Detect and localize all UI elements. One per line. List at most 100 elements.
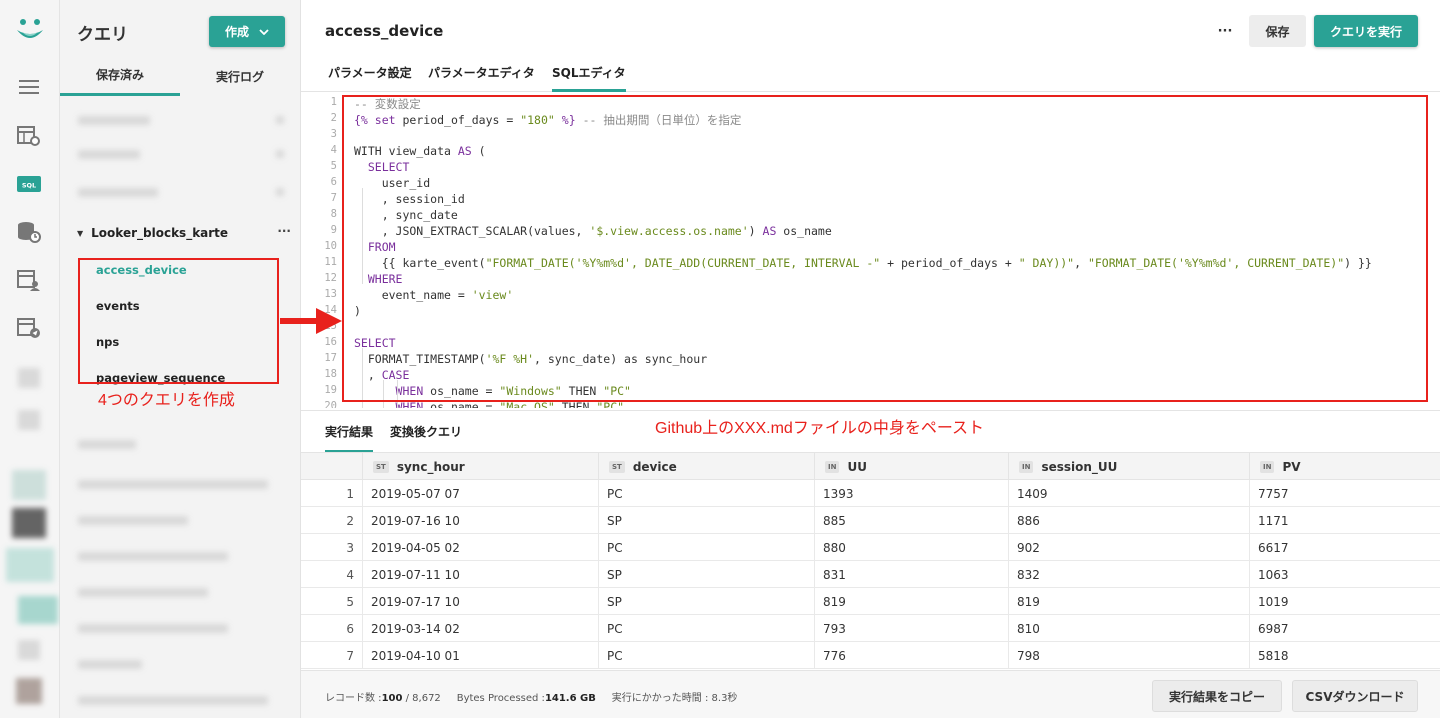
hamburger-menu-icon[interactable] [15,73,43,101]
blurred-query-item[interactable] [78,660,142,669]
svg-text:SQL: SQL [22,182,36,190]
elapsed-time: 実行にかかった時間 : 8.3秒 [611,693,738,704]
table-cell: SP [598,507,814,534]
column-type-badge: IN [825,460,840,473]
table-row[interactable]: 1 2019-05-07 07 PC 1393 1409 7757 [301,480,1440,507]
sidebar-title: クエリ [77,25,128,45]
tab-run-log[interactable]: 実行ログ [180,56,300,96]
line-number: 2 [330,112,337,124]
blurred-query-item[interactable] [78,588,208,597]
result-footer: レコード数 :100 / 8,672 Bytes Processed :141.… [301,670,1440,718]
csv-download-button[interactable]: CSVダウンロード [1292,680,1418,712]
records-label: レコード数 : [325,693,382,704]
create-button[interactable]: 作成 [209,16,285,47]
column-header[interactable]: IN PV [1249,453,1440,480]
blurred-query-item[interactable] [78,188,158,197]
blurred-query-item[interactable] [78,624,228,633]
row-number: 4 [346,567,354,582]
table-row[interactable]: 2 2019-07-16 10 SP 885 886 1171 [301,507,1440,534]
column-header[interactable]: IN UU [814,453,1008,480]
blurred-query-item[interactable] [78,516,188,525]
column-header[interactable]: IN session_UU [1008,453,1249,480]
table-cell: 1409 [1008,480,1249,507]
tab-converted-query[interactable]: 変換後クエリ [390,423,462,453]
tab-saved[interactable]: 保存済み [60,56,180,96]
run-query-button[interactable]: クエリを実行 [1314,15,1418,47]
table-cell: 776 [814,642,1008,669]
column-type-badge: ST [373,460,389,473]
table-row[interactable]: 7 2019-04-10 01 PC 776 798 5818 [301,642,1440,669]
table-cell: 819 [1008,588,1249,615]
blurred-rail-icon[interactable] [18,640,40,660]
blurred-user-avatar[interactable] [16,678,42,704]
line-number: 12 [324,272,337,284]
table-cell: 798 [1008,642,1249,669]
blurred-query-item[interactable] [78,480,268,489]
tab-sql-editor[interactable]: SQLエディタ [552,64,626,92]
blurred-query-item[interactable] [78,552,228,561]
row-number: 3 [346,540,354,555]
table-row[interactable]: 6 2019-03-14 02 PC 793 810 6987 [301,615,1440,642]
annotation-arrow-icon [280,308,342,334]
table-cell: 1171 [1249,507,1440,534]
blurred-item-menu[interactable] [276,188,284,196]
blurred-query-item[interactable] [78,440,136,449]
save-button[interactable]: 保存 [1249,15,1306,47]
blurred-rail-icon[interactable] [18,368,40,388]
blurred-rail-icon[interactable] [18,410,40,430]
table-cell: SP [598,561,814,588]
table-cell: 2019-04-05 02 [362,534,598,561]
copy-results-button[interactable]: 実行結果をコピー [1152,680,1282,712]
table-cell: 831 [814,561,1008,588]
column-header[interactable]: ST device [598,453,814,480]
line-number: 9 [330,224,337,236]
row-number: 7 [346,648,354,663]
blurred-rail-icon[interactable] [6,548,54,582]
annotation-editor-note: Github上のXXX.mdファイルの中身をペースト [655,420,985,437]
table-cell: 793 [814,615,1008,642]
table-cell: PC [598,534,814,561]
column-type-badge: ST [609,460,625,473]
table-row[interactable]: 5 2019-07-17 10 SP 819 819 1019 [301,588,1440,615]
line-number: 18 [324,368,337,380]
folder-more-icon[interactable]: ··· [277,224,291,238]
tab-run-result[interactable]: 実行結果 [325,423,374,453]
editor-tabs: パラメータ設定 パラメータエディタ SQLエディタ [301,56,1440,92]
table-user-icon[interactable] [15,266,43,294]
blurred-query-item[interactable] [78,150,140,159]
table-cell: 2019-07-16 10 [362,507,598,534]
table-cell: 810 [1008,615,1249,642]
karte-logo-icon[interactable] [14,16,46,46]
column-name: sync_hour [396,459,465,474]
more-options-button[interactable]: ··· [1213,18,1237,44]
bytes-value: 141.6 GB [544,693,596,704]
blurred-query-item[interactable] [78,696,268,705]
table-cell: PC [598,480,814,507]
column-header[interactable]: ST sync_hour [362,453,598,480]
database-clock-icon[interactable] [15,218,43,246]
blurred-query-item[interactable] [78,116,150,125]
blurred-rail-icon[interactable] [12,470,46,500]
table-search-icon[interactable] [15,122,43,150]
line-number: 10 [324,240,337,252]
table-cell: 6617 [1249,534,1440,561]
table-send-icon[interactable] [15,314,43,342]
table-cell: 2019-07-11 10 [362,561,598,588]
blurred-rail-icon[interactable] [18,596,58,624]
annotation-editor-box [342,95,1428,402]
line-number: 6 [330,176,337,188]
table-cell: 885 [814,507,1008,534]
table-cell: 880 [814,534,1008,561]
tab-parameter-editor[interactable]: パラメータエディタ [428,64,535,92]
app-window: SQL クエリ 作成 保存済み 実行ログ ▼ Looker_blocks_kar… [0,0,1440,718]
tab-parameter-settings[interactable]: パラメータ設定 [328,64,412,92]
result-stats: レコード数 :100 / 8,672 Bytes Processed :141.… [325,689,737,704]
folder-looker-blocks-karte[interactable]: ▼ Looker_blocks_karte ··· [77,224,291,242]
blurred-avatar[interactable] [12,508,46,538]
table-cell: 2019-05-07 07 [362,480,598,507]
blurred-item-menu[interactable] [276,116,284,124]
table-row[interactable]: 3 2019-04-05 02 PC 880 902 6617 [301,534,1440,561]
blurred-item-menu[interactable] [276,150,284,158]
table-row[interactable]: 4 2019-07-11 10 SP 831 832 1063 [301,561,1440,588]
sql-icon[interactable]: SQL [15,170,43,198]
